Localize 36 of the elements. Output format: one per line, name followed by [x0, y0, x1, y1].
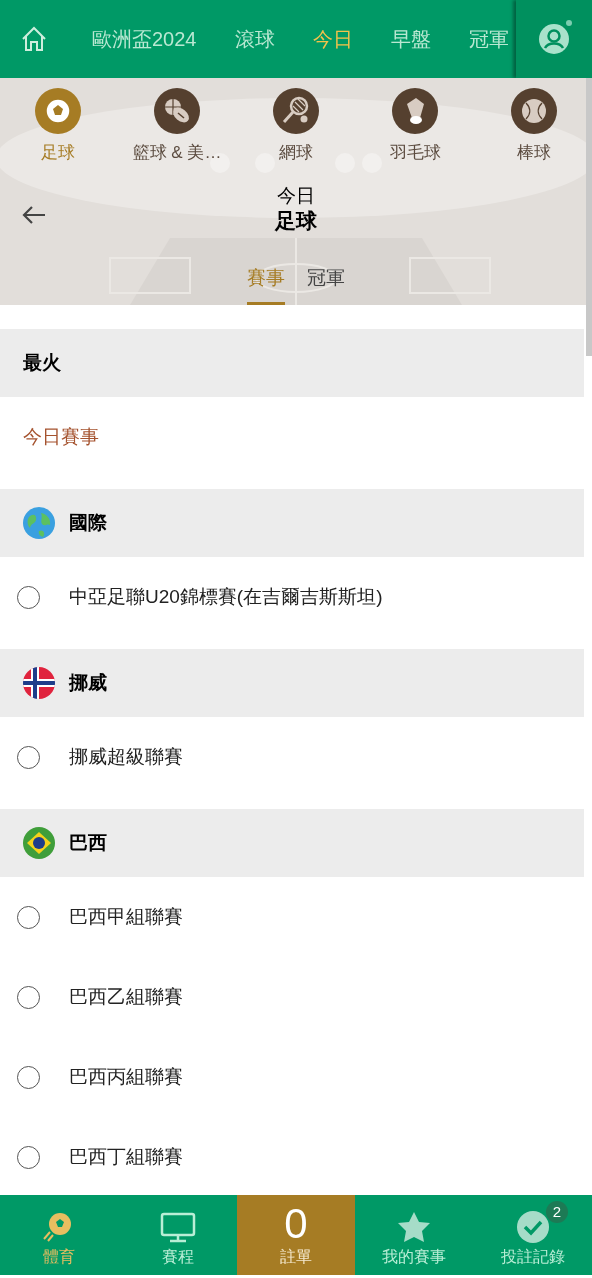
league-name[interactable]: 巴西乙組聯賽: [69, 982, 183, 1012]
sport-icon[interactable]: [273, 88, 319, 134]
flag-icon: [23, 827, 55, 859]
bottom-nav-item[interactable]: 投註記錄 2: [473, 1195, 592, 1275]
user-avatar-icon[interactable]: [539, 24, 569, 54]
sport-label[interactable]: 籃球 & 美…: [132, 140, 222, 166]
home-icon[interactable]: [21, 26, 47, 52]
sport-label[interactable]: 棒球: [517, 140, 551, 166]
scrollbar[interactable]: [586, 78, 592, 356]
bet-slip-button[interactable]: 0 註單: [236, 1195, 356, 1275]
flag-icon: [23, 667, 55, 699]
league-name[interactable]: 巴西丁組聯賽: [69, 1142, 183, 1172]
sport-icon[interactable]: [392, 88, 438, 134]
bottom-nav-item[interactable]: 賽程: [118, 1195, 237, 1275]
globe-icon: [23, 507, 55, 539]
section-title: 最火: [23, 350, 61, 375]
league-name[interactable]: 巴西甲組聯賽: [69, 902, 183, 932]
header-title: 足球: [275, 208, 317, 234]
bet-count: 0: [284, 1203, 308, 1245]
sport-label[interactable]: 羽毛球: [389, 140, 441, 166]
sport-icon[interactable]: [154, 88, 200, 134]
league-name[interactable]: 中亞足聯U20錦標賽(在吉爾吉斯斯坦): [69, 582, 383, 612]
league-name[interactable]: 巴西丙組聯賽: [69, 1062, 183, 1092]
section-title: 巴西: [69, 830, 107, 855]
section-title: 國際: [69, 510, 107, 535]
sport-icon[interactable]: [511, 88, 557, 134]
header-subtitle: 今日: [277, 184, 315, 208]
league-link[interactable]: 今日賽事: [23, 422, 99, 452]
sport-label[interactable]: 網球: [279, 140, 313, 166]
league-name[interactable]: 挪威超級聯賽: [69, 742, 183, 772]
count-badge: 2: [546, 1201, 569, 1223]
bottom-nav-item[interactable]: 我的賽事: [355, 1195, 474, 1275]
sport-label[interactable]: 足球: [41, 140, 75, 166]
section-title: 挪威: [69, 670, 107, 695]
tab[interactable]: 冠軍: [307, 264, 345, 305]
back-arrow-icon[interactable]: [22, 205, 46, 225]
